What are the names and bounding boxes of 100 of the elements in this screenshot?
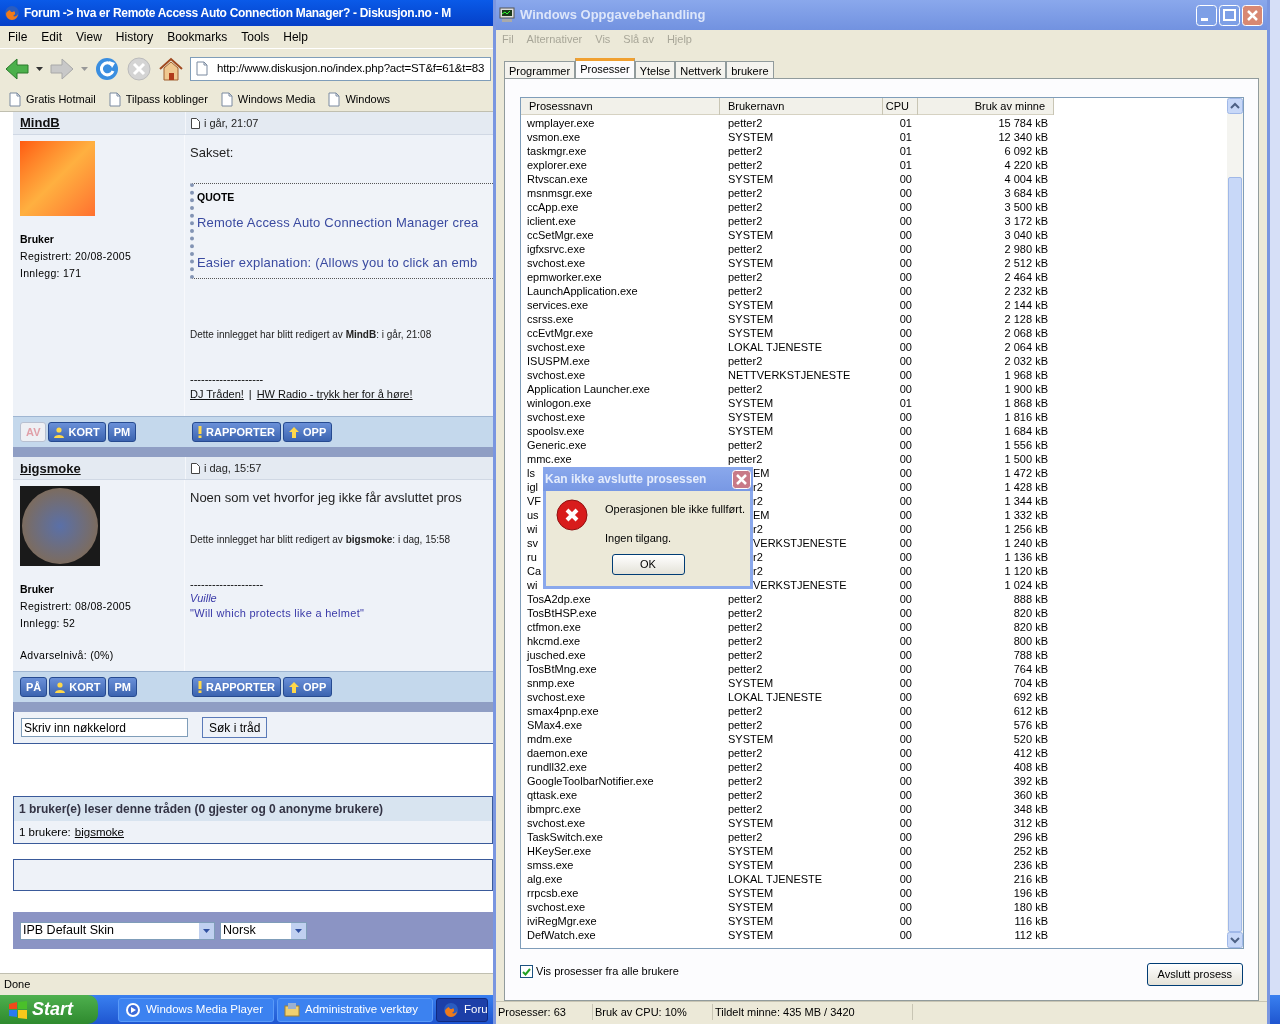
process-name: VF bbox=[527, 495, 542, 507]
cpu-value: 00 bbox=[899, 803, 912, 815]
taskbar-button[interactable]: Foru bbox=[436, 997, 488, 1022]
user-name: SYSTEM bbox=[728, 915, 774, 927]
memory-value: 296 kB bbox=[1013, 831, 1048, 843]
menu-item[interactable]: Edit bbox=[41, 28, 63, 46]
ok-button[interactable]: OK bbox=[611, 554, 685, 575]
stop-icon[interactable] bbox=[126, 55, 152, 82]
cpu-value: 01 bbox=[899, 159, 912, 171]
column-header[interactable]: CPU bbox=[883, 98, 918, 115]
menu-item[interactable]: Help bbox=[283, 28, 308, 46]
cpu-value: 00 bbox=[899, 285, 912, 297]
memory-value: 180 kB bbox=[1013, 901, 1048, 913]
home-icon[interactable] bbox=[158, 55, 184, 82]
bookmark-item[interactable]: Windows bbox=[327, 91, 391, 108]
search-button[interactable]: Søk i tråd bbox=[202, 717, 268, 739]
address-field[interactable]: http://www.diskusjon.no/index.php?act=ST&f=61&t=83 bbox=[190, 56, 491, 81]
end-process-button[interactable]: Avslutt prosess bbox=[1146, 963, 1243, 986]
process-name: mdm.exe bbox=[527, 733, 573, 745]
tab[interactable]: Prosesser bbox=[575, 58, 635, 78]
taskbar-button[interactable]: Administrative verktøy bbox=[277, 997, 433, 1022]
memory-value: 1 900 kB bbox=[1004, 383, 1048, 395]
bookmark-item[interactable]: Windows Media bbox=[219, 91, 316, 108]
post-action-button[interactable]: RAPPORTER bbox=[192, 677, 282, 698]
scroll-up-icon[interactable] bbox=[1227, 98, 1243, 114]
forward-arrow-icon[interactable] bbox=[49, 56, 75, 81]
minimize-icon[interactable] bbox=[1196, 4, 1217, 26]
author-link[interactable]: bigsmoke bbox=[13, 458, 185, 478]
user-name: petter2 bbox=[728, 593, 763, 605]
menu-item[interactable]: History bbox=[115, 28, 154, 46]
user-link[interactable]: bigsmoke bbox=[74, 823, 124, 841]
post-action-button[interactable]: RAPPORTER bbox=[192, 422, 282, 443]
post-action-button[interactable]: PM bbox=[107, 422, 137, 443]
post-action-button[interactable]: KORT bbox=[48, 422, 106, 443]
post-action-button[interactable]: OPP bbox=[283, 677, 333, 698]
post-time: i går, 21:07 bbox=[204, 115, 259, 131]
column-header[interactable]: Prosessnavn bbox=[521, 98, 720, 115]
cpu-value: 00 bbox=[899, 789, 912, 801]
computer-icon bbox=[499, 7, 515, 23]
column-header[interactable]: Brukernavn bbox=[720, 98, 883, 115]
memory-value: 788 kB bbox=[1013, 649, 1048, 661]
menu-item[interactable]: Bookmarks bbox=[167, 28, 228, 46]
menu-item[interactable]: File bbox=[8, 28, 28, 46]
memory-value: 1 332 kB bbox=[1004, 509, 1048, 521]
post-action-button[interactable]: OPP bbox=[283, 422, 333, 443]
scroll-down-icon[interactable] bbox=[1227, 932, 1243, 948]
signature-link[interactable]: HW Radio - trykk her for å høre! bbox=[256, 386, 413, 403]
maximize-icon[interactable] bbox=[1219, 4, 1240, 26]
close-icon[interactable] bbox=[732, 469, 751, 489]
page-icon bbox=[8, 92, 22, 107]
dropdown-arrow-icon[interactable] bbox=[36, 66, 43, 71]
tab[interactable]: brukere bbox=[726, 61, 774, 78]
checkbox[interactable] bbox=[520, 965, 533, 978]
memory-value: 112 kB bbox=[1014, 929, 1048, 941]
menu-item[interactable]: Tools bbox=[241, 28, 270, 46]
cpu-value: 00 bbox=[899, 509, 912, 521]
user-name: petter2 bbox=[728, 621, 763, 633]
page-icon bbox=[107, 92, 122, 107]
back-arrow-icon[interactable] bbox=[4, 56, 30, 81]
column-header[interactable]: Bruk av minne bbox=[918, 98, 1054, 115]
cpu-value: 00 bbox=[899, 439, 912, 451]
menu-item[interactable]: View bbox=[76, 28, 102, 46]
post-action-button[interactable]: KORT bbox=[49, 677, 107, 698]
windows-logo-icon bbox=[8, 1000, 28, 1019]
post-action-button[interactable]: PM bbox=[108, 677, 137, 698]
user-name: r2 bbox=[753, 551, 763, 563]
process-name: services.exe bbox=[527, 299, 589, 311]
scroll-thumb[interactable] bbox=[1228, 177, 1242, 932]
close-icon[interactable] bbox=[1242, 4, 1263, 26]
user-name: NETTVERKSTJENESTE bbox=[728, 369, 851, 381]
author-link[interactable]: MindB bbox=[13, 113, 185, 133]
bookmark-item[interactable]: Tilpass koblinger bbox=[107, 91, 208, 108]
dropdown-field[interactable]: IPB Default Skin bbox=[20, 921, 215, 940]
dropdown-field[interactable]: Norsk bbox=[220, 921, 307, 940]
memory-value: 3 040 kB bbox=[1004, 229, 1048, 241]
user-name: petter2 bbox=[728, 719, 763, 731]
tab[interactable]: Nettverk bbox=[675, 61, 727, 78]
cpu-value: 00 bbox=[899, 887, 912, 899]
scrollbar[interactable] bbox=[1227, 98, 1243, 948]
check-icon bbox=[522, 967, 531, 976]
process-name: smax4pnp.exe bbox=[527, 705, 599, 717]
memory-value: 2 512 kB bbox=[1004, 257, 1048, 269]
memory-value: 2 980 kB bbox=[1004, 243, 1048, 255]
tab[interactable]: Programmer bbox=[504, 61, 576, 78]
user-name: LOKAL TJENESTE bbox=[728, 691, 823, 703]
cpu-value: 00 bbox=[899, 635, 912, 647]
bookmark-item[interactable]: Gratis Hotmail bbox=[8, 91, 96, 108]
taskbar-button[interactable]: Windows Media Player bbox=[118, 997, 274, 1022]
process-name: svchost.exe bbox=[527, 369, 586, 381]
show-all-checkbox[interactable]: Vis prosesser fra alle brukere bbox=[520, 963, 679, 980]
search-field[interactable]: Skriv inn nøkkelord bbox=[21, 718, 188, 738]
signature-link[interactable]: DJ Tråden! bbox=[190, 386, 244, 403]
tab[interactable]: Ytelse bbox=[634, 61, 676, 78]
post-action-button[interactable]: PÅ bbox=[20, 677, 48, 698]
memory-value: 408 kB bbox=[1013, 761, 1048, 773]
reload-icon[interactable] bbox=[94, 55, 120, 82]
cpu-value: 00 bbox=[899, 481, 912, 493]
user-name: SYSTEM bbox=[728, 397, 774, 409]
cpu-value: 00 bbox=[899, 859, 912, 871]
cpu-value: 00 bbox=[899, 383, 912, 395]
